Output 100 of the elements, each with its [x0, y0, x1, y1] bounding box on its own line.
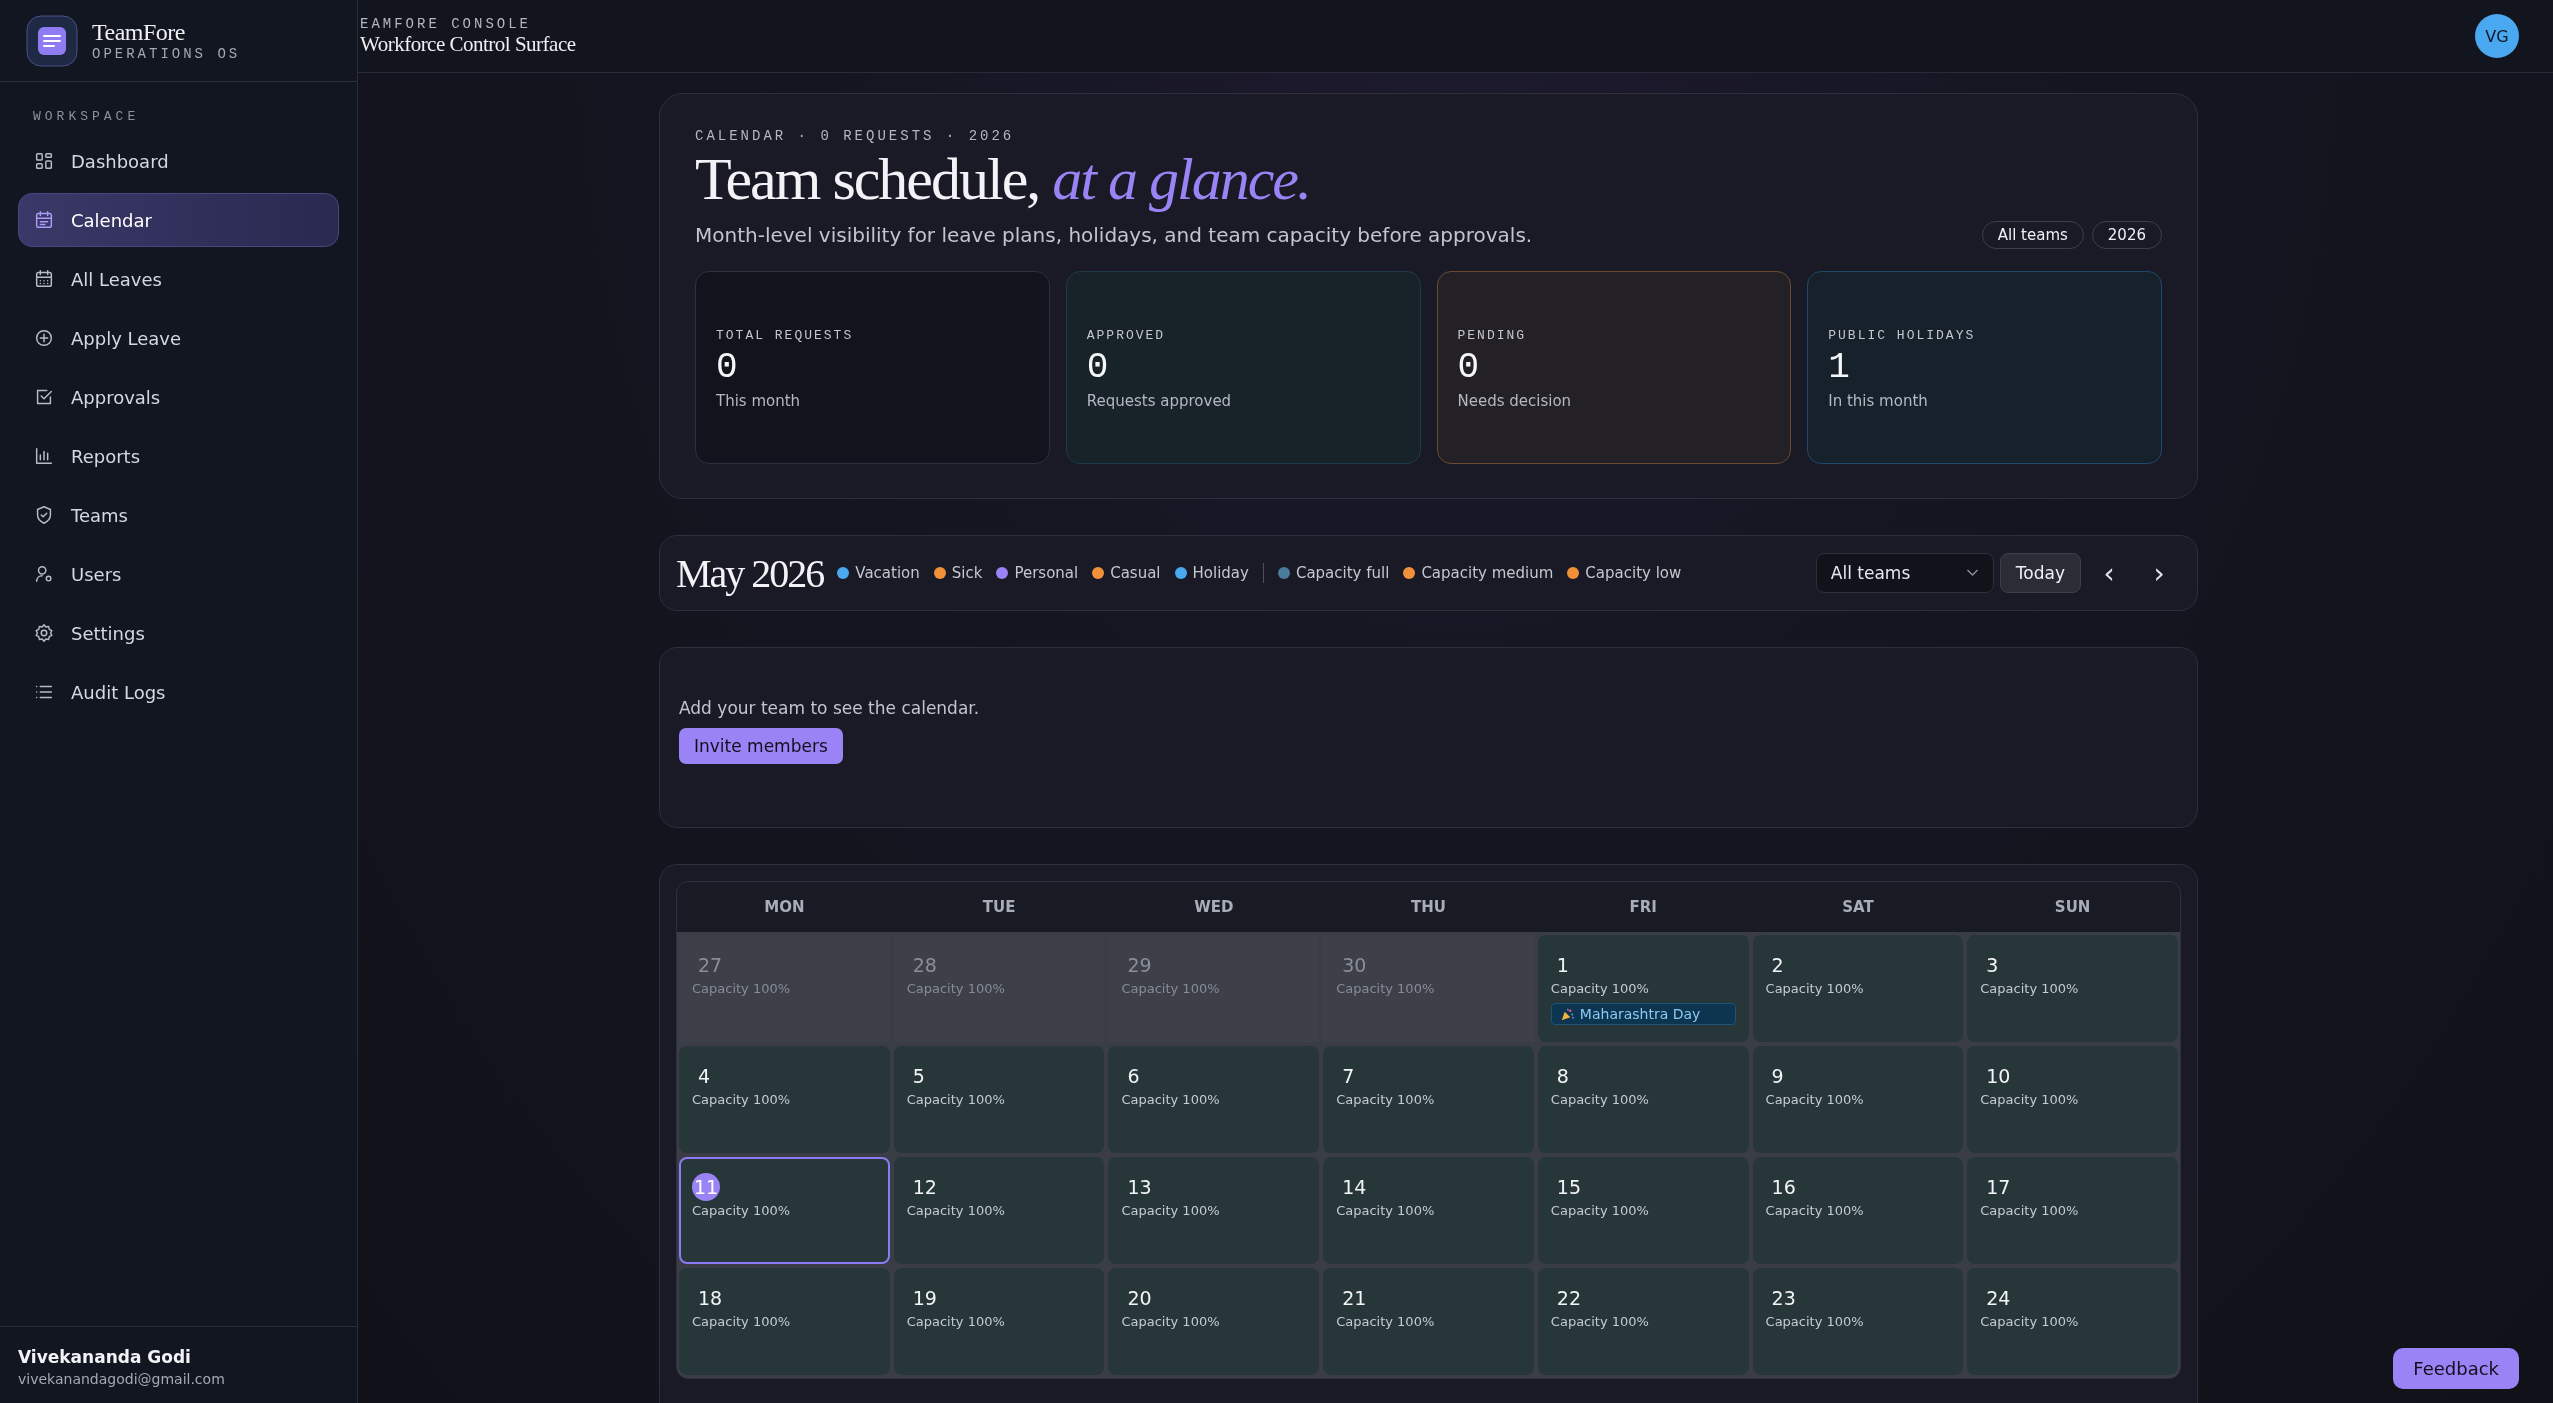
capacity-label: Capacity 100%	[1980, 1092, 2079, 1107]
capacity-label: Capacity 100%	[692, 1203, 791, 1218]
weekday-label: TUE	[981, 898, 1017, 916]
day-number: 4	[698, 1064, 711, 1089]
today-button[interactable]: Today	[1999, 553, 2081, 593]
capacity-label: Capacity 100%	[1550, 1314, 1649, 1329]
previous-month-button[interactable]: ‹	[2087, 553, 2131, 593]
month-title: May 2026	[676, 549, 824, 597]
nav-item[interactable]: Apply Leave	[18, 311, 339, 365]
holiday-event[interactable]: Maharashtra Day	[1550, 1003, 1736, 1025]
capacity-label: Capacity 100%	[1336, 1092, 1435, 1107]
day-number: 13	[1127, 1175, 1152, 1200]
day-cell[interactable]: 15 Capacity 100%	[1537, 1157, 1749, 1264]
day-number: 10	[1986, 1064, 2011, 1089]
day-cell[interactable]: 24 Capacity 100%	[1967, 1268, 2178, 1375]
day-cell[interactable]: 21 Capacity 100%	[1323, 1268, 1534, 1375]
nav-item[interactable]: Users	[18, 547, 339, 601]
user-email: vivekanandagodi@gmail.com	[18, 1371, 226, 1387]
nav-item[interactable]: Dashboard	[18, 134, 339, 188]
nav-item[interactable]: Approvals	[18, 370, 339, 424]
weekday-label: THU	[1410, 898, 1447, 916]
legend-label: Holiday	[1192, 564, 1249, 582]
legend-label: Capacity low	[1585, 564, 1682, 582]
capacity-label: Capacity 100%	[1550, 1092, 1649, 1107]
legend-label: Personal	[1014, 564, 1079, 582]
weekday-label: WED	[1193, 898, 1235, 916]
nav-item[interactable]: All Leaves	[18, 252, 339, 306]
nav-item[interactable]: Settings	[18, 606, 339, 660]
calendar-icon	[33, 268, 55, 290]
brand-name: TeamFore	[92, 19, 186, 46]
grid-icon	[33, 150, 55, 172]
capacity-label: Capacity 100%	[1550, 1203, 1649, 1218]
plus-circle-icon	[33, 327, 55, 349]
day-number: 21	[1342, 1286, 1367, 1311]
day-number: 11	[692, 1173, 720, 1201]
day-number: 20	[1127, 1286, 1152, 1311]
day-number: 9	[1771, 1064, 1784, 1089]
day-cell[interactable]: 4 Capacity 100%	[679, 1046, 890, 1153]
day-number: 3	[1986, 953, 1999, 978]
invite-members-button[interactable]: Invite members	[679, 728, 843, 764]
day-cell[interactable]: 23 Capacity 100%	[1752, 1268, 1964, 1375]
user-avatar[interactable]: VG	[2475, 14, 2519, 58]
day-number: 14	[1342, 1175, 1367, 1200]
day-number: 6	[1127, 1064, 1140, 1089]
next-month-button[interactable]: ›	[2137, 553, 2181, 593]
day-cell[interactable]: 19 Capacity 100%	[893, 1268, 1105, 1375]
capacity-label: Capacity 100%	[692, 1092, 791, 1107]
day-cell[interactable]: 1 Capacity 100% Maharashtra Day	[1537, 935, 1749, 1042]
day-cell[interactable]: 7 Capacity 100%	[1323, 1046, 1534, 1153]
day-cell[interactable]: 13 Capacity 100%	[1108, 1157, 1320, 1264]
day-cell[interactable]: 14 Capacity 100%	[1323, 1157, 1534, 1264]
stat-label: TOTAL REQUESTS	[716, 328, 855, 343]
nav-item[interactable]: Calendar	[18, 193, 339, 247]
console-label: EAMFORE CONSOLE	[360, 15, 533, 32]
team-select[interactable]: All teams	[1815, 553, 1994, 593]
capacity-label: Capacity 100%	[1980, 981, 2079, 996]
capacity-label: Capacity 100%	[1336, 981, 1435, 996]
day-number: 8	[1556, 1064, 1569, 1089]
day-number: 18	[698, 1286, 723, 1311]
day-cell[interactable]: 6 Capacity 100%	[1108, 1046, 1320, 1153]
legend-label: Capacity medium	[1421, 564, 1554, 582]
capacity-label: Capacity 100%	[1121, 981, 1220, 996]
capacity-label: Capacity 100%	[1765, 1314, 1864, 1329]
hero-eyebrow: CALENDAR · 0 REQUESTS · 2026	[695, 128, 1016, 144]
day-cell[interactable]: 8 Capacity 100%	[1537, 1046, 1749, 1153]
day-cell[interactable]: 20 Capacity 100%	[1108, 1268, 1320, 1375]
nav-item[interactable]: Reports	[18, 429, 339, 483]
day-cell[interactable]: 9 Capacity 100%	[1752, 1046, 1964, 1153]
capacity-label: Capacity 100%	[1980, 1203, 2079, 1218]
nav-item[interactable]: Audit Logs	[18, 665, 339, 719]
feedback-button[interactable]: Feedback	[2393, 1348, 2519, 1389]
weekday-label: FRI	[1628, 898, 1658, 916]
legend-label: Sick	[951, 564, 983, 582]
day-cell[interactable]: 18 Capacity 100%	[679, 1268, 890, 1375]
calendar-icon	[33, 209, 55, 231]
day-cell[interactable]: 11 Capacity 100%	[679, 1157, 890, 1264]
capacity-label: Capacity 100%	[1765, 1092, 1864, 1107]
day-cell[interactable]: 16 Capacity 100%	[1752, 1157, 1964, 1264]
capacity-label: Capacity 100%	[1336, 1314, 1435, 1329]
day-cell[interactable]: 12 Capacity 100%	[893, 1157, 1105, 1264]
capacity-label: Capacity 100%	[692, 1314, 791, 1329]
party-popper-icon	[1559, 1006, 1575, 1022]
stat-note: Requests approved	[1086, 392, 1233, 410]
capacity-label: Capacity 100%	[1121, 1314, 1220, 1329]
stat-value: 0	[1457, 347, 1481, 388]
day-cell[interactable]: 5 Capacity 100%	[893, 1046, 1105, 1153]
day-cell[interactable]: 3 Capacity 100%	[1967, 935, 2178, 1042]
nav-item[interactable]: Teams	[18, 488, 339, 542]
stat-value: 1	[1828, 347, 1851, 388]
user-name: Vivekananda Godi	[18, 1347, 192, 1367]
day-cell[interactable]: 2 Capacity 100%	[1752, 935, 1964, 1042]
capacity-label: Capacity 100%	[906, 981, 1005, 996]
capacity-label: Capacity 100%	[1980, 1314, 2079, 1329]
weekday-label: SAT	[1841, 898, 1875, 916]
day-cell[interactable]: 10 Capacity 100%	[1967, 1046, 2178, 1153]
day-cell[interactable]: 17 Capacity 100%	[1967, 1157, 2178, 1264]
stat-label: APPROVED	[1086, 328, 1167, 343]
day-number: 2	[1771, 953, 1784, 978]
day-cell[interactable]: 22 Capacity 100%	[1537, 1268, 1749, 1375]
capacity-label: Capacity 100%	[1121, 1092, 1220, 1107]
